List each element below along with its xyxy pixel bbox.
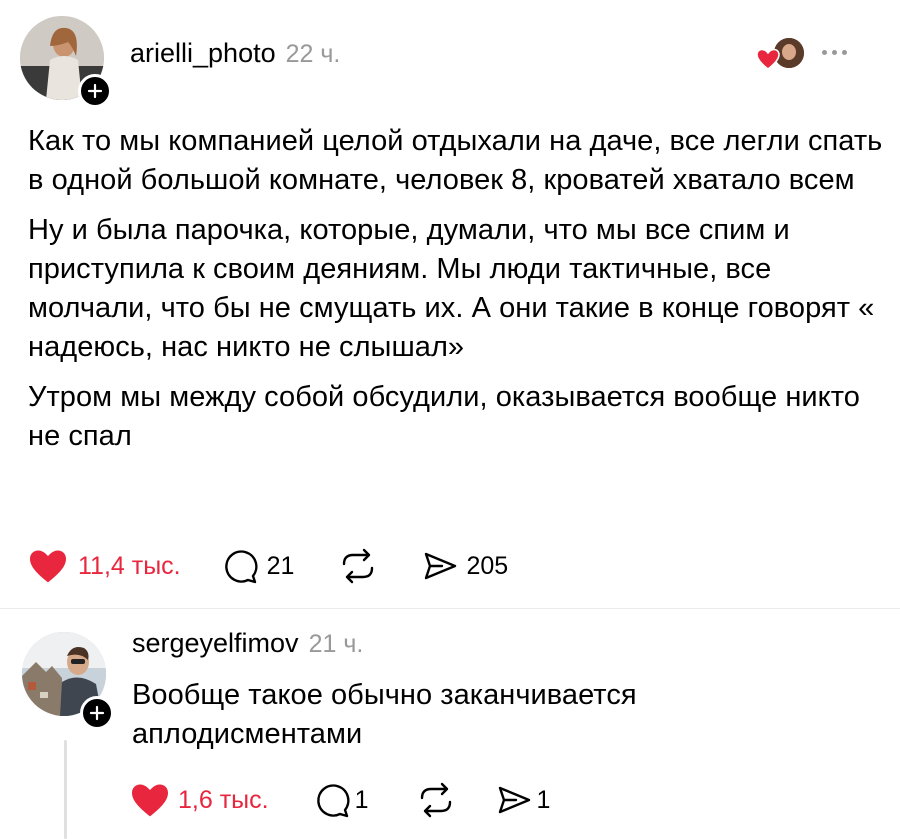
share-button[interactable]: 1 [494,780,550,820]
like-count: 1,6 тыс. [178,785,269,814]
share-icon [499,786,531,814]
post-header: arielli_photo 22 ч. [130,38,340,69]
repost-button[interactable] [336,546,380,586]
reply-body: Вообще такое обычно заканчивается аплоди… [132,676,732,765]
share-button[interactable]: 205 [420,546,508,586]
post-divider [0,608,900,609]
share-count: 1 [536,785,551,814]
repost-icon [343,548,374,584]
plus-icon [89,705,105,721]
reply-header: sergeyelfimov 21 ч. [132,628,363,659]
heart-icon [30,550,66,583]
reply-username[interactable]: sergeyelfimov [132,628,299,659]
comment-count: 1 [354,785,369,814]
post-paragraph: Ну и была парочка, которые, думали, что … [28,214,875,363]
comment-button[interactable]: 1 [313,780,369,820]
comment-button[interactable]: 21 [221,546,295,586]
follow-plus-button[interactable] [80,696,114,730]
reply-timestamp: 21 ч. [308,630,364,658]
plus-icon [87,83,103,99]
post-username[interactable]: arielli_photo [130,38,276,69]
heart-icon [756,48,780,70]
post-actions: 11,4 тыс. 21 205 [28,546,508,586]
post-body: Как то мы компанией целой отдыхали на да… [28,122,888,467]
more-icon [822,50,827,55]
thread-line [64,740,67,839]
liked-by-indicator[interactable] [756,38,804,72]
post-paragraph: Утром мы между собой обсудили, оказывает… [28,381,860,452]
like-button[interactable]: 11,4 тыс. [28,548,181,584]
share-count: 205 [466,551,509,580]
post-paragraph: Как то мы компанией целой отдыхали на да… [28,125,883,196]
like-count: 11,4 тыс. [78,551,181,580]
heart-icon [132,784,168,817]
reply-text: Вообще такое обычно заканчивается аплоди… [132,679,637,750]
repost-icon [421,782,452,818]
repost-button[interactable] [414,780,458,820]
comment-count: 21 [266,551,295,580]
post-timestamp: 22 ч. [285,40,341,68]
share-icon [425,552,457,580]
comment-icon [224,550,258,584]
comment-icon [316,784,350,818]
like-button[interactable]: 1,6 тыс. [130,782,269,818]
reply-actions: 1,6 тыс. 1 1 [130,780,550,820]
follow-plus-button[interactable] [78,74,112,108]
more-options-button[interactable] [822,50,847,55]
